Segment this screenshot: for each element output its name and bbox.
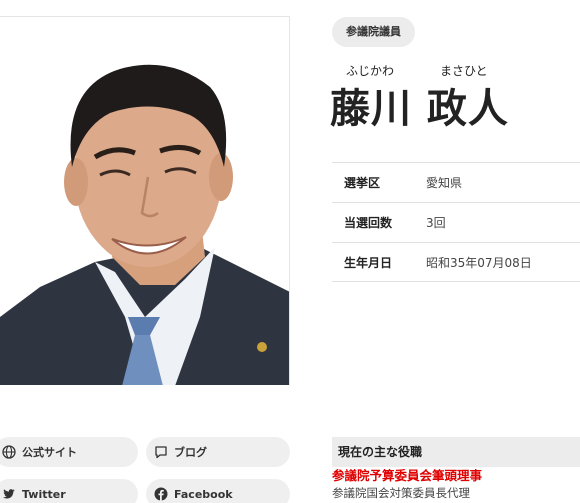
profile-value: 3回 [426,216,446,230]
profile-label: 生年月日 [344,255,393,270]
official-site-button[interactable]: 公式サイト [0,437,138,467]
profile-label: 選挙区 [344,176,381,190]
house-badge: 参議院議員 [332,17,415,47]
portrait-illustration [0,17,289,385]
blog-button[interactable]: ブログ [146,437,290,467]
speech-bubble-icon [155,446,167,459]
twitter-button[interactable]: Twitter [0,479,138,503]
member-portrait [0,16,290,385]
facebook-label: Facebook [174,487,233,501]
profile-row-birthdate: 生年月日 昭和35年07月08日 [332,242,580,282]
profile-row-terms: 当選回数 3回 [332,202,580,242]
twitter-label: Twitter [22,487,66,501]
primary-role: 参議院予算委員会筆頭理事 [332,468,483,483]
facebook-button[interactable]: Facebook [146,479,290,503]
member-name: 藤川 政人 [330,86,509,132]
globe-icon [2,445,16,459]
profile-label: 当選回数 [344,216,393,230]
profile-row-district: 選挙区 愛知県 [332,162,580,202]
roles-heading: 現在の主な役職 [332,437,580,467]
blog-label: ブログ [174,446,207,459]
secondary-role: 参議院国会対策委員長代理 [332,486,470,500]
facebook-icon [154,487,168,501]
official-site-label: 公式サイト [22,446,77,459]
profile-value: 愛知県 [426,176,463,190]
profile-table: 選挙区 愛知県 当選回数 3回 生年月日 昭和35年07月08日 [332,162,580,282]
twitter-bird-icon [3,489,15,499]
profile-value: 昭和35年07月08日 [426,255,532,270]
